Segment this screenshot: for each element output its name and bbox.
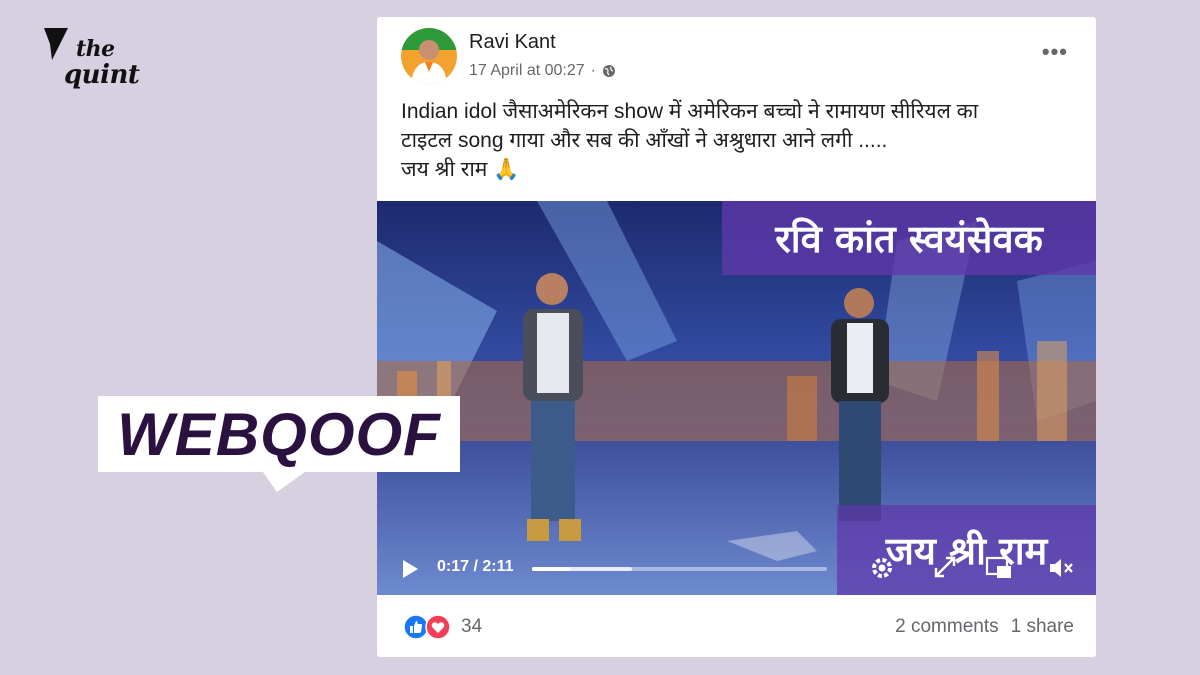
dot-separator: · — [590, 62, 596, 79]
comments-count-link[interactable]: 2 comments — [895, 616, 998, 638]
mute-icon[interactable] — [1047, 555, 1075, 581]
more-options-button[interactable]: ••• — [1042, 39, 1068, 65]
video-player[interactable]: रवि कांत स्वयंसेवक जय श्री राम 0:17 / 2:… — [377, 201, 1096, 595]
video-progress-bar[interactable] — [532, 567, 827, 571]
post-text-line: टाइटल song गाया और सब की आँखों ने अश्रुध… — [401, 129, 888, 152]
facebook-post-card: Ravi Kant 17 April at 00:27 · ••• Indian… — [377, 17, 1096, 657]
post-text: Indian idol जैसाअमेरिकन show में अमेरिकन… — [401, 97, 1081, 184]
post-date[interactable]: 17 April at 00:27 — [469, 62, 585, 80]
logo-text-the: the — [76, 36, 115, 62]
video-caption-top: रवि कांत स्वयंसेवक — [722, 201, 1096, 275]
logo-text-quint: quint — [64, 60, 140, 90]
love-icon — [425, 614, 451, 640]
reactions-summary[interactable]: 34 — [403, 614, 482, 640]
author-name[interactable]: Ravi Kant — [469, 31, 556, 54]
author-avatar[interactable] — [401, 28, 457, 84]
the-quint-logo: the quint — [40, 24, 170, 94]
banner-speech-tail — [263, 472, 305, 492]
picture-in-picture-icon[interactable] — [985, 555, 1013, 581]
webqoof-label: WEBQOOF — [117, 400, 441, 468]
post-meta: 17 April at 00:27 · — [469, 62, 616, 80]
post-text-line: जय श्री राम 🙏 — [401, 158, 520, 181]
reaction-count: 34 — [461, 616, 483, 637]
post-footer: 34 2 comments 1 share — [377, 607, 1096, 657]
quint-quill-icon — [44, 28, 68, 60]
webqoof-banner: WEBQOOF — [98, 396, 460, 472]
post-text-line: Indian idol जैसाअमेरिकन show में अमेरिकन… — [401, 100, 979, 123]
engagement-counts: 2 comments 1 share — [895, 616, 1074, 638]
settings-gear-icon[interactable] — [869, 555, 895, 581]
video-time: 0:17 / 2:11 — [437, 558, 514, 575]
globe-icon — [602, 65, 615, 77]
video-progress-played — [532, 567, 571, 571]
fullscreen-icon[interactable] — [933, 555, 957, 579]
shares-count-link[interactable]: 1 share — [1011, 616, 1074, 638]
video-controls: 0:17 / 2:11 — [377, 548, 1096, 588]
play-icon[interactable] — [399, 558, 421, 580]
